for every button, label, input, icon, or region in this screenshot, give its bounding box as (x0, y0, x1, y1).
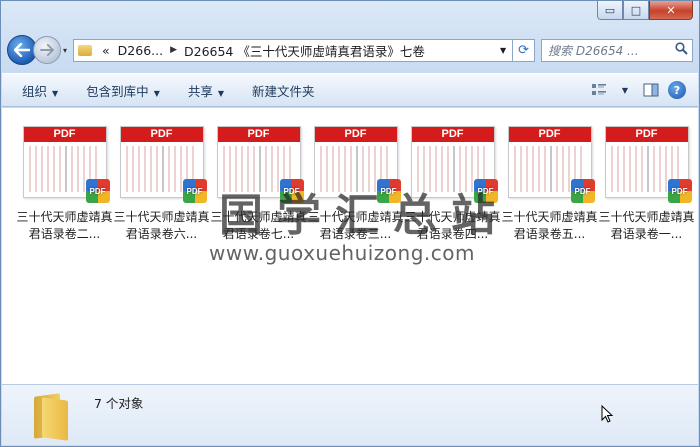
command-bar: 组织 ▼ 包含到库中 ▼ 共享 ▼ 新建文件夹 ▼ ? (2, 73, 698, 107)
search-icon[interactable] (670, 41, 692, 59)
chevron-down-icon: ▼ (621, 85, 629, 95)
item-count: 7 个对象 (94, 396, 144, 411)
breadcrumb-current[interactable]: D26654 《三十代天师虚靖真君语录》七卷 (180, 41, 429, 60)
change-view-button[interactable] (586, 79, 612, 101)
file-name: 三十代天师虚靖真君语录卷六... (113, 210, 210, 241)
recent-pages-dropdown[interactable]: ▾ (63, 46, 67, 55)
forward-button[interactable] (33, 36, 61, 64)
breadcrumb-parent[interactable]: D266... (114, 43, 167, 58)
pdf-app-icon: PDF (667, 179, 692, 203)
details-pane: 7 个对象 (2, 384, 698, 445)
pdf-banner: PDF (23, 127, 106, 142)
search-input[interactable]: 搜索 D26654 ... (541, 38, 693, 62)
file-name: 三十代天师虚靖真君语录卷二... (16, 210, 113, 241)
refresh-button[interactable]: ⟳ (513, 38, 536, 62)
minimize-button[interactable]: ▭ (597, 1, 623, 20)
close-button[interactable]: ✕ (649, 1, 693, 20)
pdf-banner: PDF (508, 127, 591, 142)
chevron-down-icon[interactable]: ▼ (494, 46, 512, 55)
preview-pane-icon (643, 83, 659, 97)
folder-icon (78, 44, 93, 56)
refresh-icon: ⟳ (518, 42, 529, 58)
explorer-window: ▭ □ ✕ ▾ « D266... ▶ D26654 《三十代天师虚靖真君语录》… (0, 0, 700, 447)
pdf-app-icon: PDF (182, 179, 207, 203)
folder-icon (32, 391, 72, 441)
pdf-banner: PDF (411, 127, 494, 142)
chevron-down-icon: ▼ (217, 88, 225, 98)
pdf-banner: PDF (120, 127, 203, 142)
pdf-thumbnail: PDF PDF (604, 126, 692, 203)
help-icon: ? (668, 81, 686, 99)
watermark-title: 国学汇总站 (219, 190, 509, 241)
chevron-down-icon: ▼ (52, 88, 59, 98)
arrow-left-icon (14, 43, 30, 57)
pdf-banner: PDF (217, 127, 300, 142)
chevron-right-icon[interactable]: ▶ (167, 45, 180, 55)
maximize-button[interactable]: □ (623, 1, 649, 20)
mouse-cursor-icon (601, 405, 613, 423)
pdf-app-icon: PDF (570, 179, 595, 203)
file-item[interactable]: PDF PDF 三十代天师虚靖真君语录卷五... (501, 126, 598, 243)
help-button[interactable]: ? (664, 79, 690, 101)
organize-menu[interactable]: 组织 ▼ (22, 81, 58, 100)
view-options-dropdown[interactable]: ▼ (612, 79, 638, 101)
arrow-right-icon (40, 44, 54, 56)
include-in-library-menu[interactable]: 包含到库中 ▼ (86, 81, 160, 100)
preview-pane-button[interactable] (638, 79, 664, 101)
pdf-thumbnail: PDF PDF (22, 126, 110, 203)
share-menu[interactable]: 共享 ▼ (188, 81, 224, 100)
breadcrumb-overflow[interactable]: « (98, 43, 114, 58)
watermark-url: www.guoxuehuizong.com (209, 241, 475, 265)
new-folder-button[interactable]: 新建文件夹 (252, 81, 315, 100)
file-name: 三十代天师虚靖真君语录卷五... (501, 210, 598, 241)
view-controls: ▼ ? (586, 79, 698, 101)
search-placeholder: 搜索 D26654 ... (548, 43, 639, 58)
pdf-banner: PDF (314, 127, 397, 142)
pdf-banner: PDF (605, 127, 688, 142)
file-item[interactable]: PDF PDF 三十代天师虚靖真君语录卷一... (598, 126, 695, 243)
view-grid-icon (592, 84, 606, 95)
navigation-bar: ▾ « D266... ▶ D26654 《三十代天师虚靖真君语录》七卷 ▼ ⟳… (7, 33, 693, 67)
pdf-app-icon: PDF (85, 179, 110, 203)
pdf-thumbnail: PDF PDF (507, 126, 595, 203)
file-item[interactable]: PDF PDF 三十代天师虚靖真君语录卷二... (16, 126, 113, 243)
file-item[interactable]: PDF PDF 三十代天师虚靖真君语录卷六... (113, 126, 210, 243)
pdf-thumbnail: PDF PDF (119, 126, 207, 203)
address-bar[interactable]: « D266... ▶ D26654 《三十代天师虚靖真君语录》七卷 ▼ (73, 38, 514, 62)
file-name: 三十代天师虚靖真君语录卷一... (598, 210, 695, 241)
caption-buttons: ▭ □ ✕ (597, 1, 693, 21)
chevron-down-icon: ▼ (153, 88, 160, 98)
